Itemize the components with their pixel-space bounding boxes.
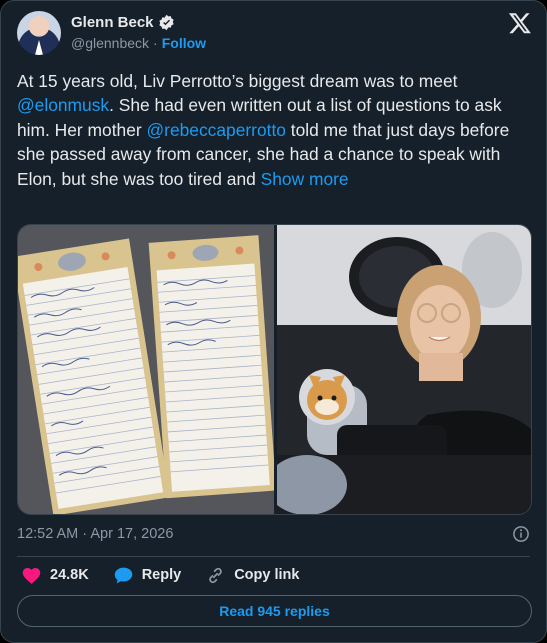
divider — [17, 556, 530, 557]
copy-link-button[interactable]: Copy link — [205, 565, 299, 586]
author-name-row: Glenn Beck — [71, 14, 175, 31]
info-icon[interactable] — [512, 525, 530, 543]
author-avatar[interactable] — [17, 11, 61, 55]
tweet-timestamp[interactable]: 12:52 AM · Apr 17, 2026 — [17, 526, 173, 542]
tweet-text: At 15 years old, Liv Perrotto’s biggest … — [17, 69, 532, 191]
tweet-actions: 24.8K Reply Copy link — [21, 564, 323, 586]
follow-button[interactable]: Follow — [162, 35, 206, 51]
girl-with-plush-photo[interactable] — [277, 225, 531, 514]
read-replies-button[interactable]: Read 945 replies — [17, 595, 532, 627]
tweet-card: Glenn Beck @glennbeck · Follow At 15 yea… — [0, 0, 547, 643]
author-handle[interactable]: @glennbeck — [71, 35, 149, 51]
author-name[interactable]: Glenn Beck — [71, 14, 154, 31]
mention-elonmusk[interactable]: @elonmusk — [17, 95, 109, 115]
link-icon — [209, 567, 222, 583]
separator-dot: · — [153, 35, 158, 51]
notes-illustration — [18, 225, 274, 514]
reply-label: Reply — [141, 567, 182, 583]
verified-badge-icon — [158, 14, 174, 31]
like-button[interactable]: 24.8K — [21, 565, 89, 586]
x-logo-icon[interactable] — [508, 11, 532, 35]
like-count: 24.8K — [50, 567, 89, 583]
heart-icon — [22, 567, 41, 584]
reply-button[interactable]: Reply — [113, 565, 182, 586]
show-more-link[interactable]: Show more — [261, 169, 349, 189]
tweet-text-part-1: At 15 years old, Liv Perrotto’s biggest … — [17, 71, 458, 91]
speech-bubble-icon — [114, 567, 132, 583]
tweet-header: Glenn Beck @glennbeck · Follow — [17, 11, 532, 57]
mention-rebeccaperrotto[interactable]: @rebeccaperrotto — [147, 120, 286, 140]
handwritten-notes-photo[interactable] — [18, 225, 274, 514]
author-handle-row: @glennbeck · Follow — [71, 35, 206, 51]
tweet-media — [17, 224, 532, 515]
copy-link-label: Copy link — [234, 567, 300, 583]
photo-illustration — [277, 225, 531, 514]
